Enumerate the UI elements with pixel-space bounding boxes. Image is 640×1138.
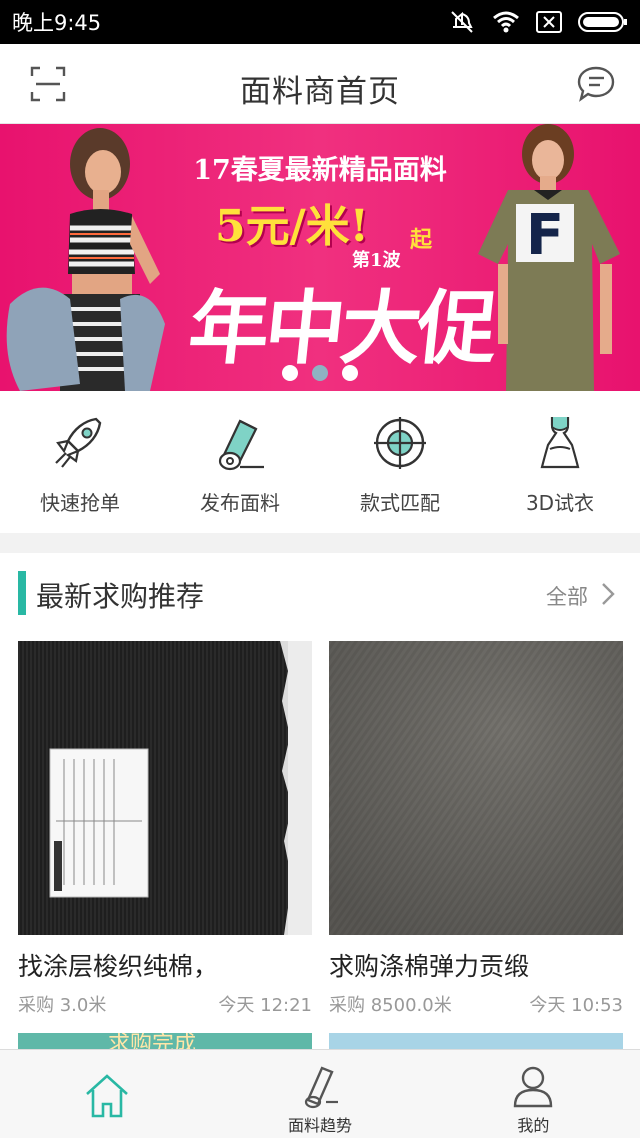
carousel-dot-active[interactable] [312, 365, 328, 381]
no-sim-icon [536, 11, 562, 33]
card-title: 求购涤棉弹力贡缎 [329, 952, 530, 981]
quick-action-style-match[interactable]: 款式匹配 [320, 391, 480, 533]
battery-icon [578, 12, 627, 32]
wifi-icon [493, 11, 519, 33]
card-time: 今天 12:21 [218, 995, 312, 1016]
grey-fabric-image [329, 641, 623, 935]
tab-home[interactable] [0, 1050, 213, 1138]
target-icon [374, 417, 426, 469]
section-header: 最新求购推荐 全部 [0, 569, 640, 619]
quick-action-publish-fabric[interactable]: 发布面料 [160, 391, 320, 533]
chevron-right-icon[interactable] [600, 581, 616, 607]
card-quantity: 采购 8500.0米 [329, 995, 452, 1016]
fabric-roll-icon [218, 419, 264, 471]
status-time: 晚上9:45 [12, 11, 102, 35]
carousel-dots [0, 365, 640, 381]
status-bar: 晚上9:45 [0, 0, 640, 44]
section-title: 最新求购推荐 [36, 580, 205, 613]
black-fabric-image [18, 641, 312, 935]
section-accent-bar [18, 571, 26, 615]
navbar: 面料商首页 [0, 44, 640, 124]
carousel-dot[interactable] [342, 365, 358, 381]
mute-icon [451, 11, 473, 33]
screen: 晚上9:45 面料商首页 F 17春夏最新精品面料 5元/米! 起 第1波 年中… [0, 0, 640, 1138]
bottom-tab-bar: 面料趋势 我的 [0, 1049, 640, 1138]
card-time: 今天 10:53 [529, 995, 623, 1016]
purchase-recommendations: 最新求购推荐 全部 找涂层梭织纯棉， 采购 3.0米 今天 12:21 求购涤棉… [0, 553, 640, 1053]
tab-label: 面料趋势 [287, 1116, 352, 1135]
status-icons [448, 9, 628, 35]
tab-trends[interactable]: 面料趋势 [213, 1050, 426, 1138]
tab-label: 我的 [517, 1116, 550, 1135]
banner-price: 5元/米! [215, 201, 369, 252]
quick-action-label: 3D试衣 [525, 491, 595, 515]
tab-mine[interactable]: 我的 [427, 1050, 640, 1138]
home-icon [85, 1074, 128, 1118]
view-all-link[interactable]: 全部 [546, 581, 588, 611]
svg-text:F: F [526, 203, 564, 268]
card-quantity: 采购 3.0米 [18, 995, 107, 1016]
message-icon[interactable] [576, 64, 616, 104]
quick-action-label: 款式匹配 [360, 491, 440, 515]
card-title: 找涂层梭织纯棉， [18, 952, 219, 981]
banner-line1: 17春夏最新精品面料 [193, 155, 447, 186]
quick-action-label: 快速抢单 [40, 491, 120, 515]
quick-actions: 快速抢单 发布面料 款式匹配 3D试衣 [0, 391, 640, 533]
dress-icon [540, 417, 580, 469]
carousel-dot[interactable] [282, 365, 298, 381]
banner-headline: 年中大促 [184, 282, 499, 375]
quick-action-label: 发布面料 [200, 491, 280, 515]
quick-action-3d-fitting[interactable]: 3D试衣 [480, 391, 640, 533]
card-image [18, 641, 312, 935]
purchase-card[interactable]: 找涂层梭织纯棉， 采购 3.0米 今天 12:21 [18, 641, 312, 1016]
rocket-icon [55, 417, 102, 468]
user-icon [514, 1066, 553, 1108]
card-image [329, 641, 623, 935]
promo-banner[interactable]: F 17春夏最新精品面料 5元/米! 起 第1波 年中大促 [0, 124, 640, 391]
banner-qi: 起 [410, 227, 433, 253]
trend-icon [304, 1066, 338, 1109]
quick-action-grab-order[interactable]: 快速抢单 [0, 391, 160, 533]
purchase-card[interactable]: 求购涤棉弹力贡缎 采购 8500.0米 今天 10:53 [329, 641, 623, 1016]
page-title: 面料商首页 [240, 74, 400, 110]
